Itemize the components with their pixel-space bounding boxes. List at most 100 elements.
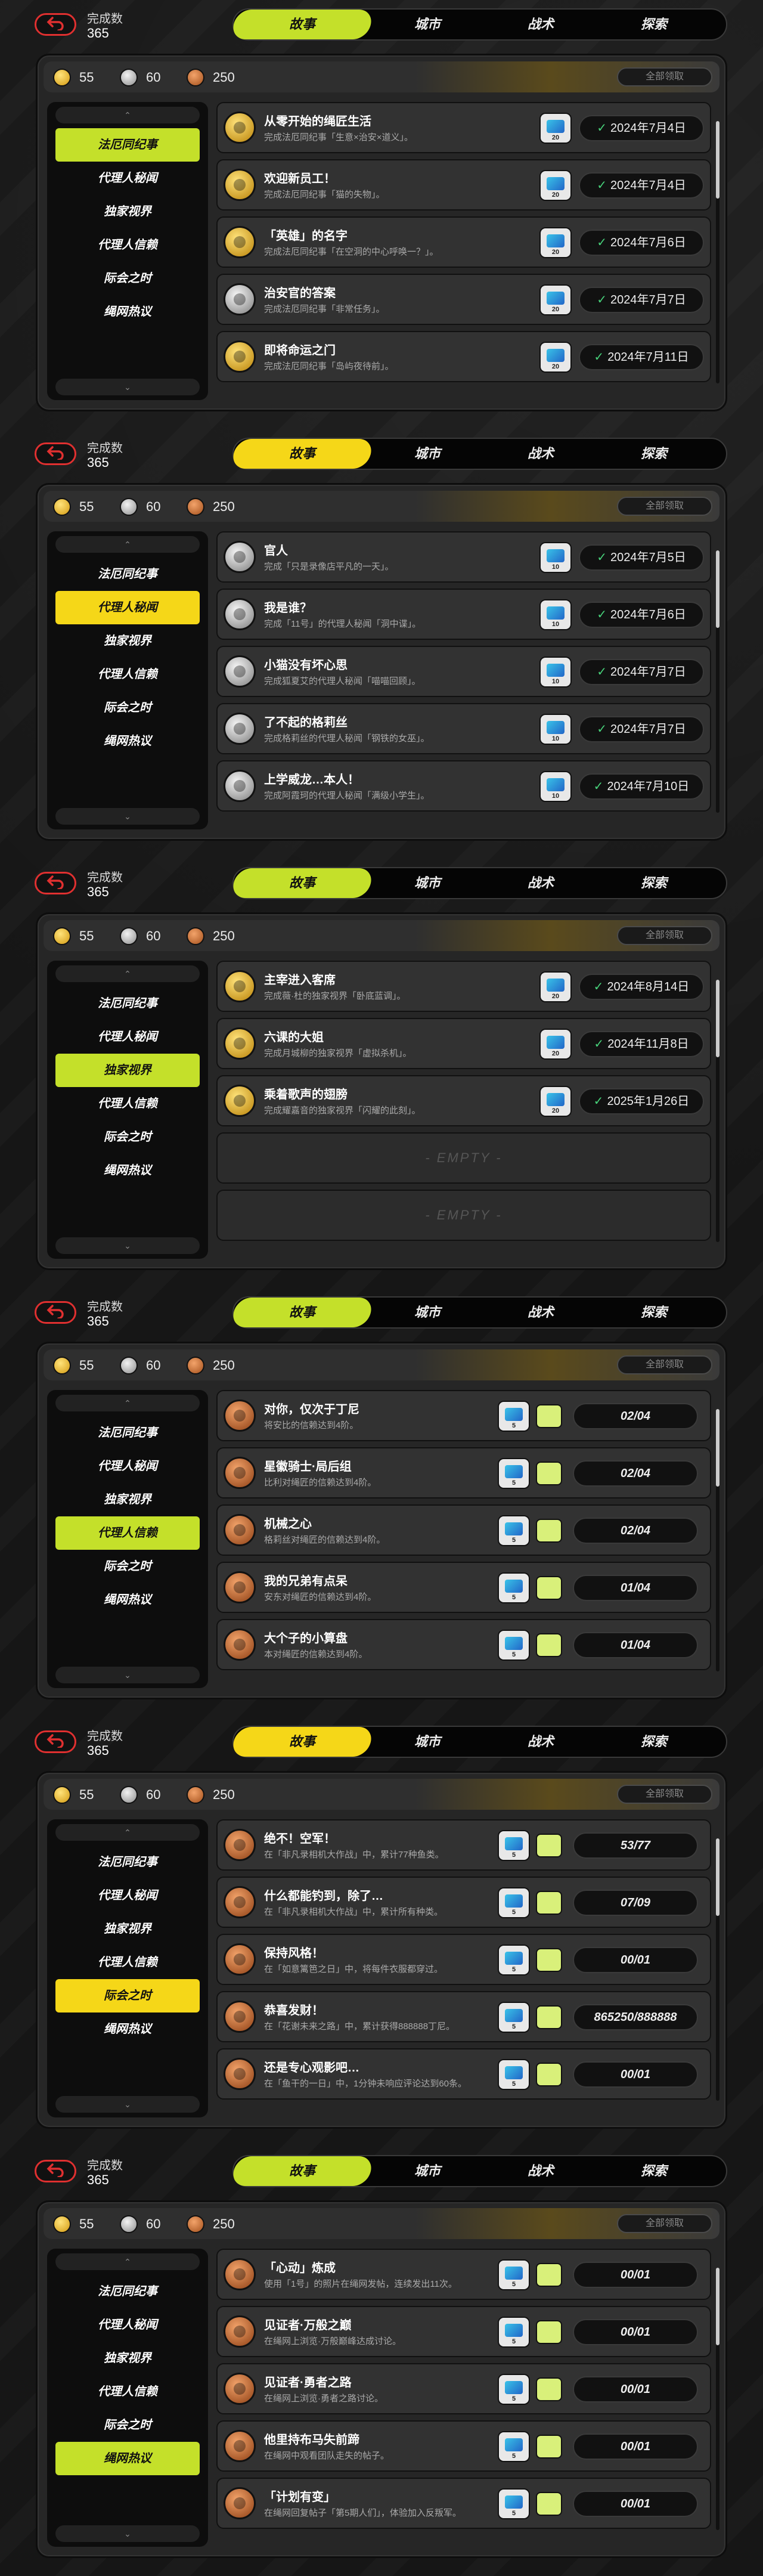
sidebar-item[interactable]: 代理人秘闻: [55, 591, 200, 624]
achievement-row[interactable]: 我是谁？ 完成「11号」的代理人秘闻「洞中谍」。 10 ✓ 2024年7月6日: [216, 589, 711, 640]
tab-1[interactable]: 城市: [371, 2156, 484, 2186]
sidebar-item[interactable]: 代理人秘闻: [55, 1879, 200, 1912]
tab-1[interactable]: 城市: [371, 1298, 484, 1327]
achievement-row[interactable]: 我的兄弟有点呆 安东对绳匠的信赖达到4阶。 5 01/04: [216, 1562, 711, 1613]
sidebar-item[interactable]: 法厄同纪事: [55, 2275, 200, 2308]
sidebar-item[interactable]: 代理人秘闻: [55, 162, 200, 195]
sidebar-item[interactable]: 际会之时: [55, 262, 200, 295]
sidebar-item[interactable]: 绳网热议: [55, 2442, 200, 2475]
claim-all-button[interactable]: 全部领取: [617, 497, 712, 516]
achievement-row[interactable]: 机械之心 格莉丝对绳匠的信赖达到4阶。 5 02/04: [216, 1504, 711, 1556]
sidebar-item[interactable]: 代理人信赖: [55, 228, 200, 262]
tab-2[interactable]: 战术: [484, 868, 597, 898]
claim-all-button[interactable]: 全部领取: [617, 1355, 712, 1374]
back-button[interactable]: [35, 1730, 76, 1753]
tab-1[interactable]: 城市: [371, 1727, 484, 1757]
back-button[interactable]: [35, 13, 76, 36]
tab-2[interactable]: 战术: [484, 439, 597, 469]
sidebar-item[interactable]: 法厄同纪事: [55, 1416, 200, 1450]
sidebar-item[interactable]: 绳网热议: [55, 1583, 200, 1617]
back-button[interactable]: [35, 872, 76, 894]
achievement-row[interactable]: 小猫没有坏心思 完成狐夏艾的代理人秘闻「喵喵回顾」。 10 ✓ 2024年7月7日: [216, 646, 711, 697]
sidebar-item[interactable]: 代理人信赖: [55, 2375, 200, 2408]
sidebar-scroll-down[interactable]: ⌄: [55, 1237, 200, 1254]
claim-all-button[interactable]: 全部领取: [617, 2214, 712, 2233]
list-scrollbar[interactable]: [716, 121, 719, 383]
sidebar-item[interactable]: 代理人秘闻: [55, 2308, 200, 2342]
sidebar-item[interactable]: 代理人秘闻: [55, 1450, 200, 1483]
sidebar-item[interactable]: 际会之时: [55, 1550, 200, 1583]
achievement-row[interactable]: 「计划有变」 在绳网回复帖子「第5期人们」，体验加入反叛军。 5 00/01: [216, 2478, 711, 2529]
sidebar-item[interactable]: 独家视界: [55, 2342, 200, 2375]
sidebar-item[interactable]: 绳网热议: [55, 295, 200, 329]
list-scrollbar[interactable]: [716, 1838, 719, 2101]
sidebar-item[interactable]: 代理人信赖: [55, 1516, 200, 1550]
achievement-row[interactable]: 欢迎新员工！ 完成法厄同纪事「猫的失物」。 20 ✓ 2024年7月4日: [216, 159, 711, 210]
sidebar-item[interactable]: 绳网热议: [55, 724, 200, 758]
tab-3[interactable]: 探索: [597, 868, 711, 898]
sidebar-item[interactable]: 际会之时: [55, 2408, 200, 2442]
claim-all-button[interactable]: 全部领取: [617, 1785, 712, 1804]
scrollbar-thumb[interactable]: [716, 1409, 719, 1487]
sidebar-scroll-down[interactable]: ⌄: [55, 2525, 200, 2542]
achievement-row[interactable]: 星徽骑士·局后组 比利对绳匠的信赖达到4阶。 5 02/04: [216, 1447, 711, 1498]
tab-3[interactable]: 探索: [597, 10, 711, 39]
tab-0[interactable]: 故事: [230, 868, 374, 898]
sidebar-item[interactable]: 法厄同纪事: [55, 1846, 200, 1879]
achievement-row[interactable]: 他里持布马失前蹄 在绳网中观看团队走失的帖子。 5 00/01: [216, 2420, 711, 2472]
sidebar-item[interactable]: 绳网热议: [55, 1154, 200, 1187]
tab-3[interactable]: 探索: [597, 1727, 711, 1757]
sidebar-item[interactable]: 法厄同纪事: [55, 987, 200, 1020]
sidebar-item[interactable]: 代理人秘闻: [55, 1020, 200, 1054]
sidebar-scroll-up[interactable]: ⌃: [55, 536, 200, 553]
scrollbar-thumb[interactable]: [716, 980, 719, 1057]
tab-0[interactable]: 故事: [230, 10, 374, 39]
achievement-row[interactable]: 即将命运之门 完成法厄同纪事「岛屿夜待前」。 20 ✓ 2024年7月11日: [216, 331, 711, 382]
tab-0[interactable]: 故事: [230, 2156, 374, 2186]
back-button[interactable]: [35, 442, 76, 465]
sidebar-scroll-down[interactable]: ⌄: [55, 808, 200, 825]
achievement-row[interactable]: 六课的大姐 完成月城柳的独家视界「虚拟杀机」。 20 ✓ 2024年11月8日: [216, 1018, 711, 1069]
list-scrollbar[interactable]: [716, 1409, 719, 1671]
tab-1[interactable]: 城市: [371, 10, 484, 39]
claim-all-button[interactable]: 全部领取: [617, 67, 712, 86]
sidebar-item[interactable]: 独家视界: [55, 195, 200, 228]
sidebar-scroll-up[interactable]: ⌃: [55, 1824, 200, 1841]
tab-0[interactable]: 故事: [230, 439, 374, 469]
list-scrollbar[interactable]: [716, 2268, 719, 2530]
achievement-row[interactable]: 官人 完成「只是录像店平凡的一天」。 10 ✓ 2024年7月5日: [216, 531, 711, 583]
achievement-row[interactable]: 保持风格！ 在「如意篱笆之日」中，将每件衣服都穿过。 5 00/01: [216, 1934, 711, 1985]
sidebar-item[interactable]: 独家视界: [55, 1483, 200, 1516]
achievement-row[interactable]: 乘着歌声的翅膀 完成耀嘉音的独家视界「闪耀的此刻」。 20 ✓ 2025年1月26日: [216, 1075, 711, 1126]
scrollbar-thumb[interactable]: [716, 1838, 719, 1916]
sidebar-item[interactable]: 法厄同纪事: [55, 128, 200, 162]
scrollbar-thumb[interactable]: [716, 2268, 719, 2345]
achievement-row[interactable]: 绝不！空军！ 在「非凡录相机大作战」中，累计77种鱼类。 5 53/77: [216, 1819, 711, 1871]
tab-3[interactable]: 探索: [597, 439, 711, 469]
achievement-row[interactable]: 治安官的答案 完成法厄同纪事「非常任务」。 20 ✓ 2024年7月7日: [216, 274, 711, 325]
sidebar-item[interactable]: 际会之时: [55, 691, 200, 724]
achievement-row[interactable]: 大个子的小算盘 本对绳匠的信赖达到4阶。 5 01/04: [216, 1619, 711, 1670]
achievement-row[interactable]: 见证者·万般之巅 在绳网上浏览·万般巅峰达成讨论。 5 00/01: [216, 2306, 711, 2357]
achievement-row[interactable]: 恭喜发财！ 在「花谢未来之路」中，累计获得888888丁尼。 5 865250/888…: [216, 1991, 711, 2042]
sidebar-item[interactable]: 法厄同纪事: [55, 558, 200, 591]
list-scrollbar[interactable]: [716, 980, 719, 1242]
sidebar-scroll-down[interactable]: ⌄: [55, 2096, 200, 2113]
achievement-row[interactable]: 见证者·勇者之路 在绳网上浏览·勇者之路讨论。 5 00/01: [216, 2363, 711, 2414]
sidebar-scroll-down[interactable]: ⌄: [55, 379, 200, 395]
achievement-row[interactable]: 从零开始的绳匠生活 完成法厄同纪事「生意×治安×道义」。 20 ✓ 2024年7月4日: [216, 102, 711, 153]
sidebar-item[interactable]: 独家视界: [55, 1054, 200, 1087]
tab-3[interactable]: 探索: [597, 2156, 711, 2186]
scrollbar-thumb[interactable]: [716, 121, 719, 199]
tab-0[interactable]: 故事: [230, 1298, 374, 1327]
sidebar-scroll-down[interactable]: ⌄: [55, 1667, 200, 1683]
sidebar-scroll-up[interactable]: ⌃: [55, 1395, 200, 1411]
achievement-row[interactable]: 什么都能钓到，除了… 在「非凡录相机大作战」中，累计所有种类。 5 07/09: [216, 1877, 711, 1928]
achievement-row[interactable]: 「心动」炼成 使用「1号」的照片在绳网发帖，连续发出11次。 5 00/01: [216, 2249, 711, 2300]
sidebar-item[interactable]: 际会之时: [55, 1979, 200, 2012]
tab-1[interactable]: 城市: [371, 439, 484, 469]
sidebar-item[interactable]: 代理人信赖: [55, 658, 200, 691]
back-button[interactable]: [35, 1301, 76, 1324]
achievement-row[interactable]: 对你，仅次于丁尼 将安比的信赖达到4阶。 5 02/04: [216, 1390, 711, 1441]
tab-2[interactable]: 战术: [484, 1727, 597, 1757]
